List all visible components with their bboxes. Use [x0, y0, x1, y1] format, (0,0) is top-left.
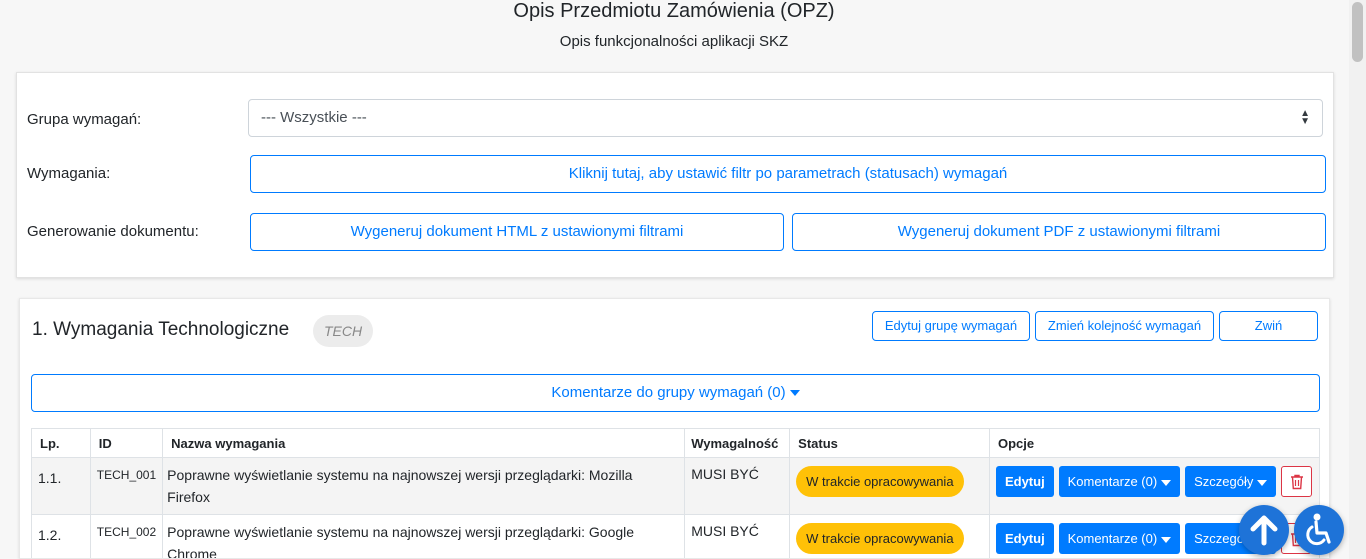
- edit-group-button[interactable]: Edytuj grupę wymagań: [872, 311, 1030, 341]
- trash-icon: [1291, 474, 1304, 490]
- column-header-lp: Lp.: [31, 428, 91, 458]
- row-requirement: MUSI BYĆ: [684, 514, 791, 558]
- details-dropdown-button[interactable]: Szczegóły: [1185, 466, 1277, 497]
- requirements-filter-label: Wymagania:: [27, 165, 111, 182]
- row-lp: 1.1.: [31, 457, 91, 515]
- collapse-group-button[interactable]: Zwiń: [1219, 311, 1318, 341]
- comments-label: Komentarze (0): [1067, 531, 1158, 546]
- table-row: 1.2. TECH_002 Poprawne wyświetlanie syst…: [31, 514, 1321, 558]
- comments-dropdown-button[interactable]: Komentarze (0): [1058, 523, 1181, 554]
- comments-label: Komentarze (0): [1067, 474, 1158, 489]
- edit-requirement-button[interactable]: Edytuj: [995, 466, 1054, 497]
- caret-down-icon: [1161, 536, 1172, 543]
- row-status-cell: W trakcie opracowywania: [789, 457, 990, 515]
- reorder-requirements-button[interactable]: Zmień kolejność wymagań: [1035, 311, 1214, 341]
- requirement-group-card: 1. Wymagania Technologiczne TECH Edytuj …: [19, 298, 1330, 559]
- group-title: 1. Wymagania Technologiczne: [32, 319, 290, 340]
- details-label: Szczegóły: [1194, 474, 1254, 489]
- generate-pdf-button[interactable]: Wygeneruj dokument PDF z ustawionymi fil…: [792, 213, 1326, 251]
- arrow-up-icon: [1250, 515, 1278, 546]
- column-header-status: Status: [789, 428, 990, 458]
- status-badge: W trakcie opracowywania: [796, 523, 964, 554]
- column-header-id: ID: [89, 428, 164, 458]
- table-header-row: Lp. ID Nazwa wymagania Wymagalność Statu…: [31, 428, 1321, 458]
- requirements-table: Lp. ID Nazwa wymagania Wymagalność Statu…: [31, 428, 1321, 558]
- table-row: 1.1. TECH_001 Poprawne wyświetlanie syst…: [31, 457, 1321, 515]
- wheelchair-icon: [1306, 513, 1331, 546]
- group-comments-button[interactable]: Komentarze do grupy wymagań (0): [31, 374, 1320, 412]
- delete-requirement-button[interactable]: [1281, 466, 1313, 497]
- sort-arrows-icon: ▲ ▼: [1300, 108, 1310, 127]
- caret-down-icon: [789, 390, 800, 397]
- page-title: Opis Przedmiotu Zamówienia (OPZ): [513, 0, 835, 22]
- scrollbar-thumb[interactable]: [1352, 2, 1363, 62]
- row-name: Poprawne wyświetlanie systemu na najnows…: [162, 457, 686, 515]
- row-id: TECH_002: [89, 514, 164, 558]
- group-select[interactable]: --- Wszystkie --- ▲ ▼: [248, 99, 1323, 137]
- status-badge: W trakcie opracowywania: [796, 466, 964, 497]
- row-requirement: MUSI BYĆ: [684, 457, 791, 515]
- generate-document-label: Generowanie dokumentu:: [27, 223, 199, 240]
- edit-requirement-button[interactable]: Edytuj: [995, 523, 1054, 554]
- vertical-scrollbar[interactable]: [1349, 0, 1366, 559]
- row-status-cell: W trakcie opracowywania: [789, 514, 990, 558]
- column-header-name: Nazwa wymagania: [162, 428, 686, 458]
- accessibility-button[interactable]: [1294, 505, 1344, 555]
- generate-html-button[interactable]: Wygeneruj dokument HTML z ustawionymi fi…: [250, 213, 784, 251]
- row-name: Poprawne wyświetlanie systemu na najnows…: [162, 514, 686, 558]
- requirements-filter-button[interactable]: Kliknij tutaj, aby ustawić filtr po para…: [250, 155, 1326, 193]
- group-comments-label: Komentarze do grupy wymagań (0): [551, 384, 786, 401]
- comments-dropdown-button[interactable]: Komentarze (0): [1058, 466, 1181, 497]
- caret-down-icon: [1257, 479, 1268, 486]
- column-header-options: Opcje: [988, 428, 1321, 458]
- scroll-to-top-button[interactable]: [1239, 505, 1289, 555]
- page-subtitle: Opis funkcjonalności aplikacji SKZ: [559, 33, 789, 50]
- group-filter-label: Grupa wymagań:: [27, 111, 142, 128]
- group-select-value: --- Wszystkie ---: [261, 109, 367, 126]
- row-lp: 1.2.: [31, 514, 91, 558]
- group-code-badge: TECH: [313, 315, 374, 347]
- filter-panel: Grupa wymagań: --- Wszystkie --- ▲ ▼ Wyma…: [16, 72, 1334, 278]
- caret-down-icon: [1161, 479, 1172, 486]
- row-id: TECH_001: [89, 457, 164, 515]
- column-header-requirement: Wymagalność: [684, 428, 791, 458]
